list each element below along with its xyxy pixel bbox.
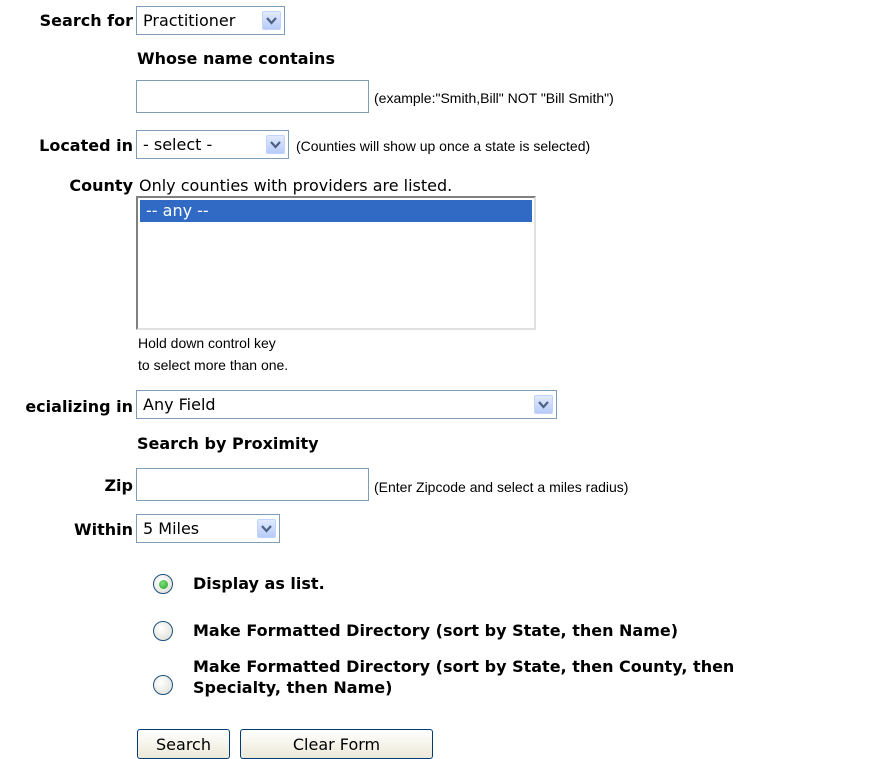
clear-form-button[interactable]: Clear Form	[240, 729, 433, 759]
zip-hint: (Enter Zipcode and select a miles radius…	[374, 479, 629, 495]
specialty-select[interactable]: Any Field	[136, 390, 557, 419]
name-contains-heading: Whose name contains	[137, 49, 335, 68]
within-value: 5 Miles	[143, 519, 200, 538]
within-select[interactable]: 5 Miles	[136, 514, 280, 543]
radio-selected-dot	[158, 579, 168, 589]
specializing-in-label: ecializing in	[25, 397, 133, 416]
chevron-down-icon[interactable]	[257, 519, 276, 538]
chevron-down-icon[interactable]	[262, 11, 281, 30]
chevron-down-icon[interactable]	[534, 395, 553, 414]
search-for-value: Practitioner	[143, 11, 236, 30]
located-in-label: Located in	[39, 136, 133, 155]
name-input[interactable]	[136, 80, 369, 113]
directory-state-name-label[interactable]: Make Formatted Directory (sort by State,…	[193, 621, 678, 640]
directory-state-county-radio[interactable]	[153, 675, 173, 695]
county-listbox[interactable]: -- any --	[136, 196, 536, 330]
name-hint: (example:"Smith,Bill" NOT "Bill Smith")	[374, 90, 614, 106]
search-for-label: Search for	[39, 11, 133, 30]
display-list-label[interactable]: Display as list.	[193, 574, 325, 593]
zip-label: Zip	[104, 476, 133, 495]
county-label: County	[69, 176, 133, 195]
county-note: Only counties with providers are listed.	[139, 176, 453, 195]
directory-state-county-label-line1[interactable]: Make Formatted Directory (sort by State,…	[193, 657, 734, 676]
state-select[interactable]: - select -	[136, 130, 289, 159]
specialty-value: Any Field	[143, 395, 216, 414]
directory-state-county-label-line2[interactable]: Specialty, then Name)	[193, 678, 392, 697]
state-hint: (Counties will show up once a state is s…	[296, 138, 591, 154]
directory-state-name-radio[interactable]	[153, 621, 173, 641]
chevron-down-icon[interactable]	[266, 135, 285, 154]
county-option-any[interactable]: -- any --	[140, 200, 532, 222]
proximity-heading: Search by Proximity	[137, 434, 319, 453]
zip-input[interactable]	[136, 468, 369, 501]
county-help-line2: to select more than one.	[138, 357, 289, 373]
state-value: - select -	[143, 135, 213, 154]
search-button[interactable]: Search	[137, 729, 230, 759]
display-list-radio[interactable]	[153, 574, 173, 594]
within-label: Within	[73, 520, 133, 539]
search-for-select[interactable]: Practitioner	[136, 6, 285, 35]
county-help-line1: Hold down control key	[138, 335, 276, 351]
